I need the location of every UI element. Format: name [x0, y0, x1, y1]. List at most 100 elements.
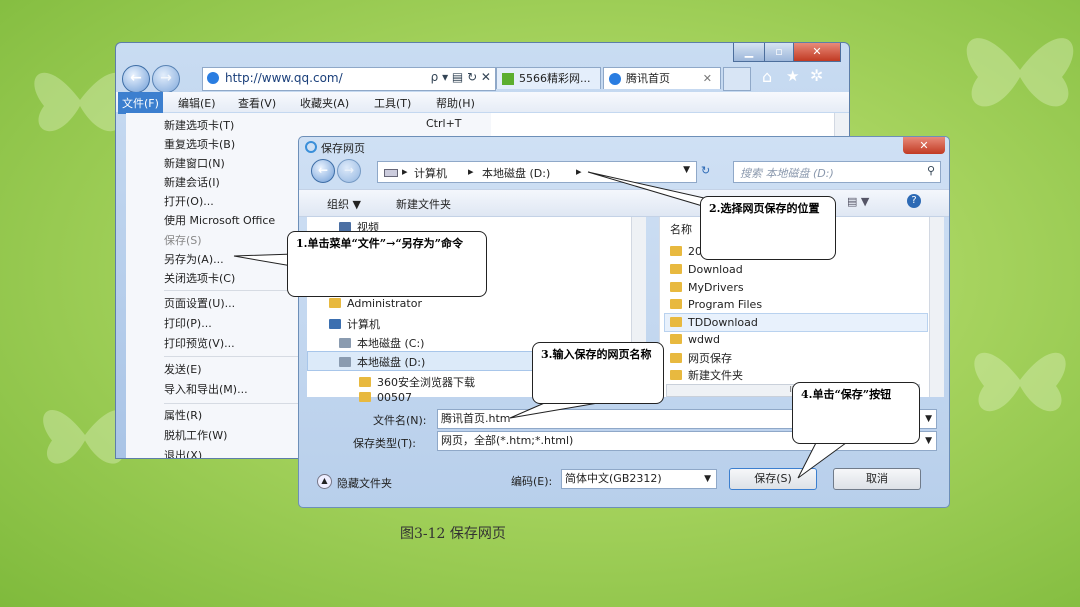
- menu-item-duplicate-tab[interactable]: 重复选项卡(B): [164, 136, 235, 152]
- encoding-select[interactable]: 简体中文(GB2312) ▼: [561, 469, 717, 489]
- tree-item-360-downloads[interactable]: 360安全浏览器下载: [359, 374, 475, 390]
- folder-icon: [670, 353, 682, 363]
- callout-step-4: 4.单击“保存”按钮: [792, 382, 920, 444]
- file-list-scrollbar[interactable]: [929, 217, 944, 397]
- tab-qq[interactable]: 腾讯首页 ✕: [603, 67, 721, 89]
- save-webpage-dialog: 保存网页 ✕ ← → ▸ 计算机 ▸ 本地磁盘 (D:) ▸ ▼ ↻ 搜索 本地…: [298, 136, 950, 508]
- callout-step-3: 3.输入保存的网页名称: [532, 342, 664, 404]
- menu-item-page-setup[interactable]: 页面设置(U)...: [164, 295, 235, 311]
- filetype-label: 保存类型(T):: [353, 437, 417, 450]
- breadcrumb-drive-d[interactable]: 本地磁盘 (D:): [482, 165, 550, 181]
- menu-item-send[interactable]: 发送(E): [164, 361, 202, 377]
- dialog-back-button[interactable]: ←: [311, 159, 335, 183]
- breadcrumb-computer[interactable]: 计算机: [414, 165, 447, 181]
- chevron-down-icon[interactable]: ▼: [925, 410, 932, 428]
- tab-label: 腾讯首页: [626, 72, 670, 85]
- callout-step-2: 2.选择网页保存的位置: [700, 196, 836, 260]
- search-placeholder: 搜索 本地磁盘 (D:): [740, 167, 834, 180]
- tree-item-administrator[interactable]: Administrator: [329, 297, 422, 310]
- breadcrumb-sep: ▸: [402, 165, 408, 178]
- collapse-chevron-icon[interactable]: ▲: [317, 474, 332, 489]
- chevron-down-icon[interactable]: ▼: [683, 165, 690, 175]
- organize-button[interactable]: 组织 ▼: [327, 196, 361, 212]
- list-item[interactable]: TDDownload: [670, 316, 758, 329]
- back-button[interactable]: ←: [122, 65, 150, 93]
- settings-gear-icon[interactable]: ✲: [810, 66, 823, 85]
- favorites-star-icon[interactable]: ★: [786, 67, 799, 85]
- dialog-close-button[interactable]: ✕: [903, 137, 945, 154]
- menu-favorites[interactable]: 收藏夹(A): [300, 95, 349, 111]
- menu-help[interactable]: 帮助(H): [436, 95, 475, 111]
- address-controls-icon[interactable]: ρ ▾ ▤ ↻ ✕: [431, 70, 491, 84]
- dialog-forward-button[interactable]: →: [337, 159, 361, 183]
- figure-caption: 图3-12 保存网页: [400, 526, 506, 542]
- list-item[interactable]: Program Files: [670, 298, 762, 311]
- drive-icon: [384, 169, 398, 177]
- forward-button[interactable]: →: [152, 65, 180, 93]
- tree-item-drive-d[interactable]: 本地磁盘 (D:): [339, 354, 425, 370]
- tab-close-icon[interactable]: ✕: [703, 68, 712, 90]
- list-item[interactable]: Download: [670, 263, 743, 276]
- tab-label: 5566精彩网...: [519, 72, 591, 85]
- chevron-down-icon[interactable]: ▼: [925, 432, 932, 450]
- view-options-icon[interactable]: ▤ ▼: [847, 195, 869, 208]
- menu-bar: 文件(F) 编辑(E) 查看(V) 收藏夹(A) 工具(T) 帮助(H): [116, 92, 849, 114]
- home-icon[interactable]: ⌂: [762, 67, 772, 86]
- list-item[interactable]: 网页保存: [670, 350, 732, 366]
- tree-item-00507[interactable]: 00507: [359, 391, 412, 404]
- menu-item-close-tab[interactable]: 关闭选项卡(C): [164, 270, 235, 286]
- user-folder-icon: [329, 298, 341, 308]
- breadcrumb[interactable]: ▸ 计算机 ▸ 本地磁盘 (D:) ▸ ▼: [377, 161, 697, 183]
- list-item[interactable]: MyDrivers: [670, 281, 744, 294]
- folder-icon: [670, 264, 682, 274]
- folder-icon: [670, 334, 682, 344]
- menu-item-print[interactable]: 打印(P)...: [164, 315, 212, 331]
- menu-edit[interactable]: 编辑(E): [178, 95, 216, 111]
- new-tab-button[interactable]: [723, 67, 751, 91]
- menu-tools[interactable]: 工具(T): [374, 95, 411, 111]
- search-icon: ⚲: [926, 164, 935, 177]
- tab-favicon: [609, 73, 621, 85]
- tree-item-drive-c[interactable]: 本地磁盘 (C:): [339, 335, 424, 351]
- menu-item-new-tab[interactable]: 新建选项卡(T): [164, 117, 234, 133]
- menu-file[interactable]: 文件(F): [118, 92, 163, 114]
- maximize-button[interactable]: ▫: [764, 43, 794, 62]
- menu-item-print-preview[interactable]: 打印预览(V)...: [164, 335, 235, 351]
- menu-view[interactable]: 查看(V): [238, 95, 276, 111]
- hide-folders-link[interactable]: 隐藏文件夹: [337, 475, 392, 491]
- menu-item-save[interactable]: 保存(S): [164, 232, 202, 248]
- menu-item-new-session[interactable]: 新建会话(I): [164, 174, 220, 190]
- save-button[interactable]: 保存(S): [729, 468, 817, 490]
- list-item[interactable]: 20: [670, 245, 702, 258]
- search-input[interactable]: 搜索 本地磁盘 (D:) ⚲: [733, 161, 941, 183]
- menu-item-exit[interactable]: 退出(X): [164, 447, 202, 458]
- tree-item-computer[interactable]: 计算机: [329, 316, 380, 332]
- menu-item-new-window[interactable]: 新建窗口(N): [164, 155, 225, 171]
- refresh-icon[interactable]: ↻: [701, 164, 710, 177]
- close-button[interactable]: ✕: [793, 43, 841, 62]
- tab-5566[interactable]: 5566精彩网...: [496, 67, 601, 89]
- menu-item-shortcut: Ctrl+T: [426, 117, 462, 130]
- folder-icon: [670, 370, 682, 380]
- address-bar[interactable]: http://www.qq.com/ ρ ▾ ▤ ↻ ✕: [202, 67, 496, 91]
- folder-icon: [670, 282, 682, 292]
- menu-item-open[interactable]: 打开(O)...: [164, 193, 214, 209]
- butterfly-decoration: [974, 352, 1066, 412]
- list-item[interactable]: wdwd: [670, 333, 720, 346]
- help-icon[interactable]: ?: [907, 194, 921, 208]
- folder-icon: [670, 246, 682, 256]
- menu-item-import-export[interactable]: 导入和导出(M)...: [164, 381, 248, 397]
- encoding-label: 编码(E):: [511, 475, 553, 488]
- cancel-button[interactable]: 取消: [833, 468, 921, 490]
- minimize-button[interactable]: ▁: [733, 43, 765, 62]
- address-text: http://www.qq.com/: [225, 71, 343, 85]
- menu-item-work-offline[interactable]: 脱机工作(W): [164, 427, 227, 443]
- menu-item-save-as[interactable]: 另存为(A)...: [164, 251, 224, 267]
- menu-item-office[interactable]: 使用 Microsoft Office: [164, 212, 275, 228]
- list-item[interactable]: 新建文件夹: [670, 367, 743, 383]
- column-header-name[interactable]: 名称: [670, 221, 692, 237]
- menu-item-properties[interactable]: 属性(R): [164, 407, 202, 423]
- butterfly-decoration: [966, 38, 1074, 107]
- chevron-down-icon[interactable]: ▼: [704, 470, 711, 488]
- new-folder-button[interactable]: 新建文件夹: [396, 196, 451, 212]
